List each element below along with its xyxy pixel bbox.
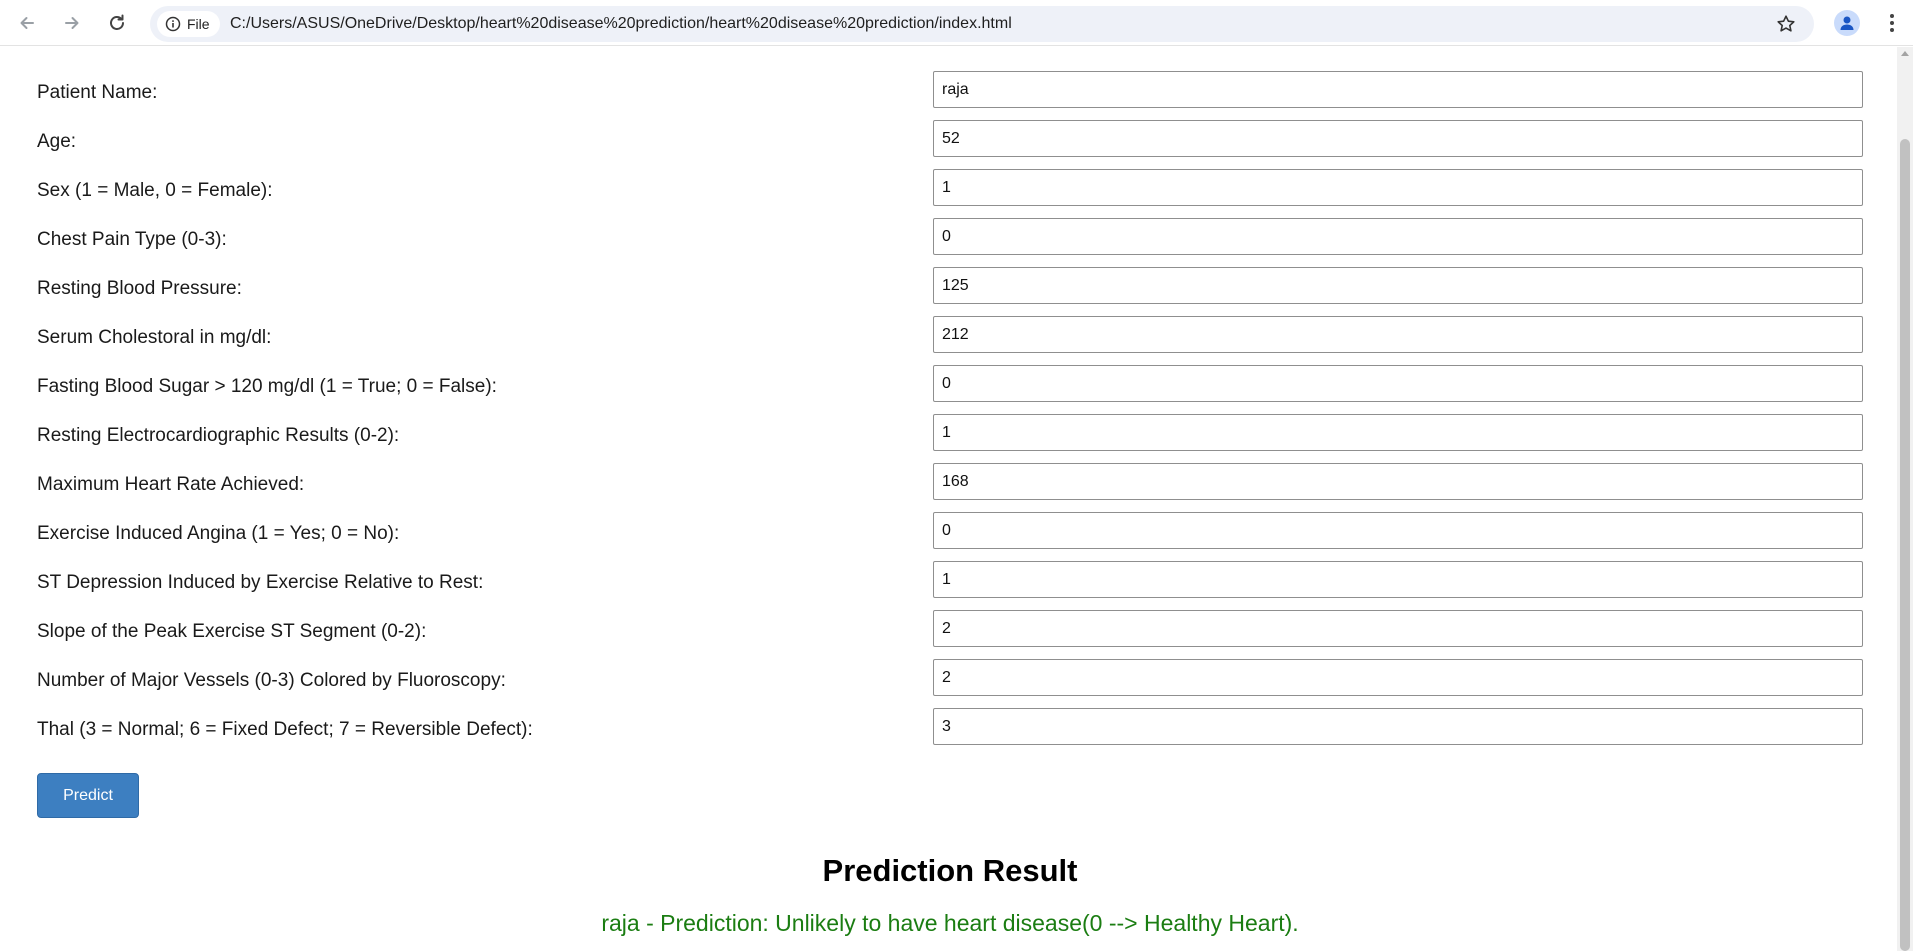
major-vessels-input[interactable] [933, 659, 1863, 696]
form-row-exercise-induced-angina: Exercise Induced Angina (1 = Yes; 0 = No… [37, 512, 1863, 550]
max-heart-rate-label: Maximum Heart Rate Achieved: [37, 474, 305, 495]
reload-button[interactable] [101, 7, 133, 39]
fasting-blood-sugar-label: Fasting Blood Sugar > 120 mg/dl (1 = Tru… [37, 376, 497, 397]
form-row-st-depression: ST Depression Induced by Exercise Relati… [37, 561, 1863, 599]
form-row-sex: Sex (1 = Male, 0 = Female): [37, 169, 1863, 207]
form-row-serum-cholestoral: Serum Cholestoral in mg/dl: [37, 316, 1863, 354]
more-vertical-icon[interactable] [1880, 10, 1904, 36]
sex-input[interactable] [933, 169, 1863, 206]
forward-button[interactable] [56, 7, 88, 39]
scroll-up-arrow-icon[interactable] [1901, 51, 1909, 56]
form-row-slope: Slope of the Peak Exercise ST Segment (0… [37, 610, 1863, 648]
form-row-max-heart-rate: Maximum Heart Rate Achieved: [37, 463, 1863, 501]
form-row-thal: Thal (3 = Normal; 6 = Fixed Defect; 7 = … [37, 708, 1863, 746]
age-input[interactable] [933, 120, 1863, 157]
resting-blood-pressure-label: Resting Blood Pressure: [37, 278, 242, 299]
page-content: Patient Name: Age: Sex (1 = Male, 0 = Fema… [0, 47, 1897, 951]
resting-ecg-input[interactable] [933, 414, 1863, 451]
serum-cholestoral-input[interactable] [933, 316, 1863, 353]
profile-button[interactable] [1834, 10, 1860, 36]
st-depression-input[interactable] [933, 561, 1863, 598]
arrow-right-icon [65, 17, 79, 29]
back-button[interactable] [11, 7, 43, 39]
form-row-resting-ecg: Resting Electrocardiographic Results (0-… [37, 414, 1863, 452]
star-icon [1777, 15, 1795, 32]
form-row-fasting-blood-sugar: Fasting Blood Sugar > 120 mg/dl (1 = Tru… [37, 365, 1863, 403]
slope-input[interactable] [933, 610, 1863, 647]
result-text: raja - Prediction: Unlikely to have hear… [601, 910, 1299, 936]
form-row-resting-blood-pressure: Resting Blood Pressure: [37, 267, 1863, 305]
exercise-induced-angina-input[interactable] [933, 512, 1863, 549]
info-icon [165, 16, 181, 32]
predict-button[interactable]: Predict [37, 773, 139, 818]
person-icon [1840, 16, 1854, 30]
chest-pain-type-label: Chest Pain Type (0-3): [37, 229, 227, 250]
resting-blood-pressure-input[interactable] [933, 267, 1863, 304]
url-text[interactable]: C:/Users/ASUS/OneDrive/Desktop/heart%20d… [230, 15, 1012, 33]
scrollbar-thumb[interactable] [1900, 139, 1910, 951]
browser-toolbar: File C:/Users/ASUS/OneDrive/Desktop/hear… [0, 0, 1913, 46]
form-row-chest-pain-type: Chest Pain Type (0-3): [37, 218, 1863, 256]
file-chip-label: File [187, 16, 210, 32]
vertical-scrollbar[interactable] [1897, 47, 1913, 951]
address-bar[interactable]: File C:/Users/ASUS/OneDrive/Desktop/hear… [150, 6, 1814, 42]
site-info-chip[interactable]: File [157, 11, 220, 37]
bookmark-button[interactable] [1774, 12, 1798, 36]
sex-label: Sex (1 = Male, 0 = Female): [37, 180, 273, 201]
st-depression-label: ST Depression Induced by Exercise Relati… [37, 572, 484, 593]
chest-pain-type-input[interactable] [933, 218, 1863, 255]
patient-name-label: Patient Name: [37, 82, 158, 103]
resting-ecg-label: Resting Electrocardiographic Results (0-… [37, 425, 400, 446]
patient-name-input[interactable] [933, 71, 1863, 108]
serum-cholestoral-label: Serum Cholestoral in mg/dl: [37, 327, 272, 348]
exercise-induced-angina-label: Exercise Induced Angina (1 = Yes; 0 = No… [37, 523, 400, 544]
form-row-age: Age: [37, 120, 1863, 158]
fasting-blood-sugar-input[interactable] [933, 365, 1863, 402]
form-row-patient-name: Patient Name: [37, 71, 1863, 109]
form-row-major-vessels: Number of Major Vessels (0-3) Colored by… [37, 659, 1863, 697]
thal-input[interactable] [933, 708, 1863, 745]
slope-label: Slope of the Peak Exercise ST Segment (0… [37, 621, 427, 642]
major-vessels-label: Number of Major Vessels (0-3) Colored by… [37, 670, 506, 691]
thal-label: Thal (3 = Normal; 6 = Fixed Defect; 7 = … [37, 719, 533, 740]
age-label: Age: [37, 131, 77, 152]
reload-icon [110, 14, 124, 30]
result-title: Prediction Result [822, 853, 1078, 888]
arrow-left-icon [20, 17, 34, 29]
max-heart-rate-input[interactable] [933, 463, 1863, 500]
